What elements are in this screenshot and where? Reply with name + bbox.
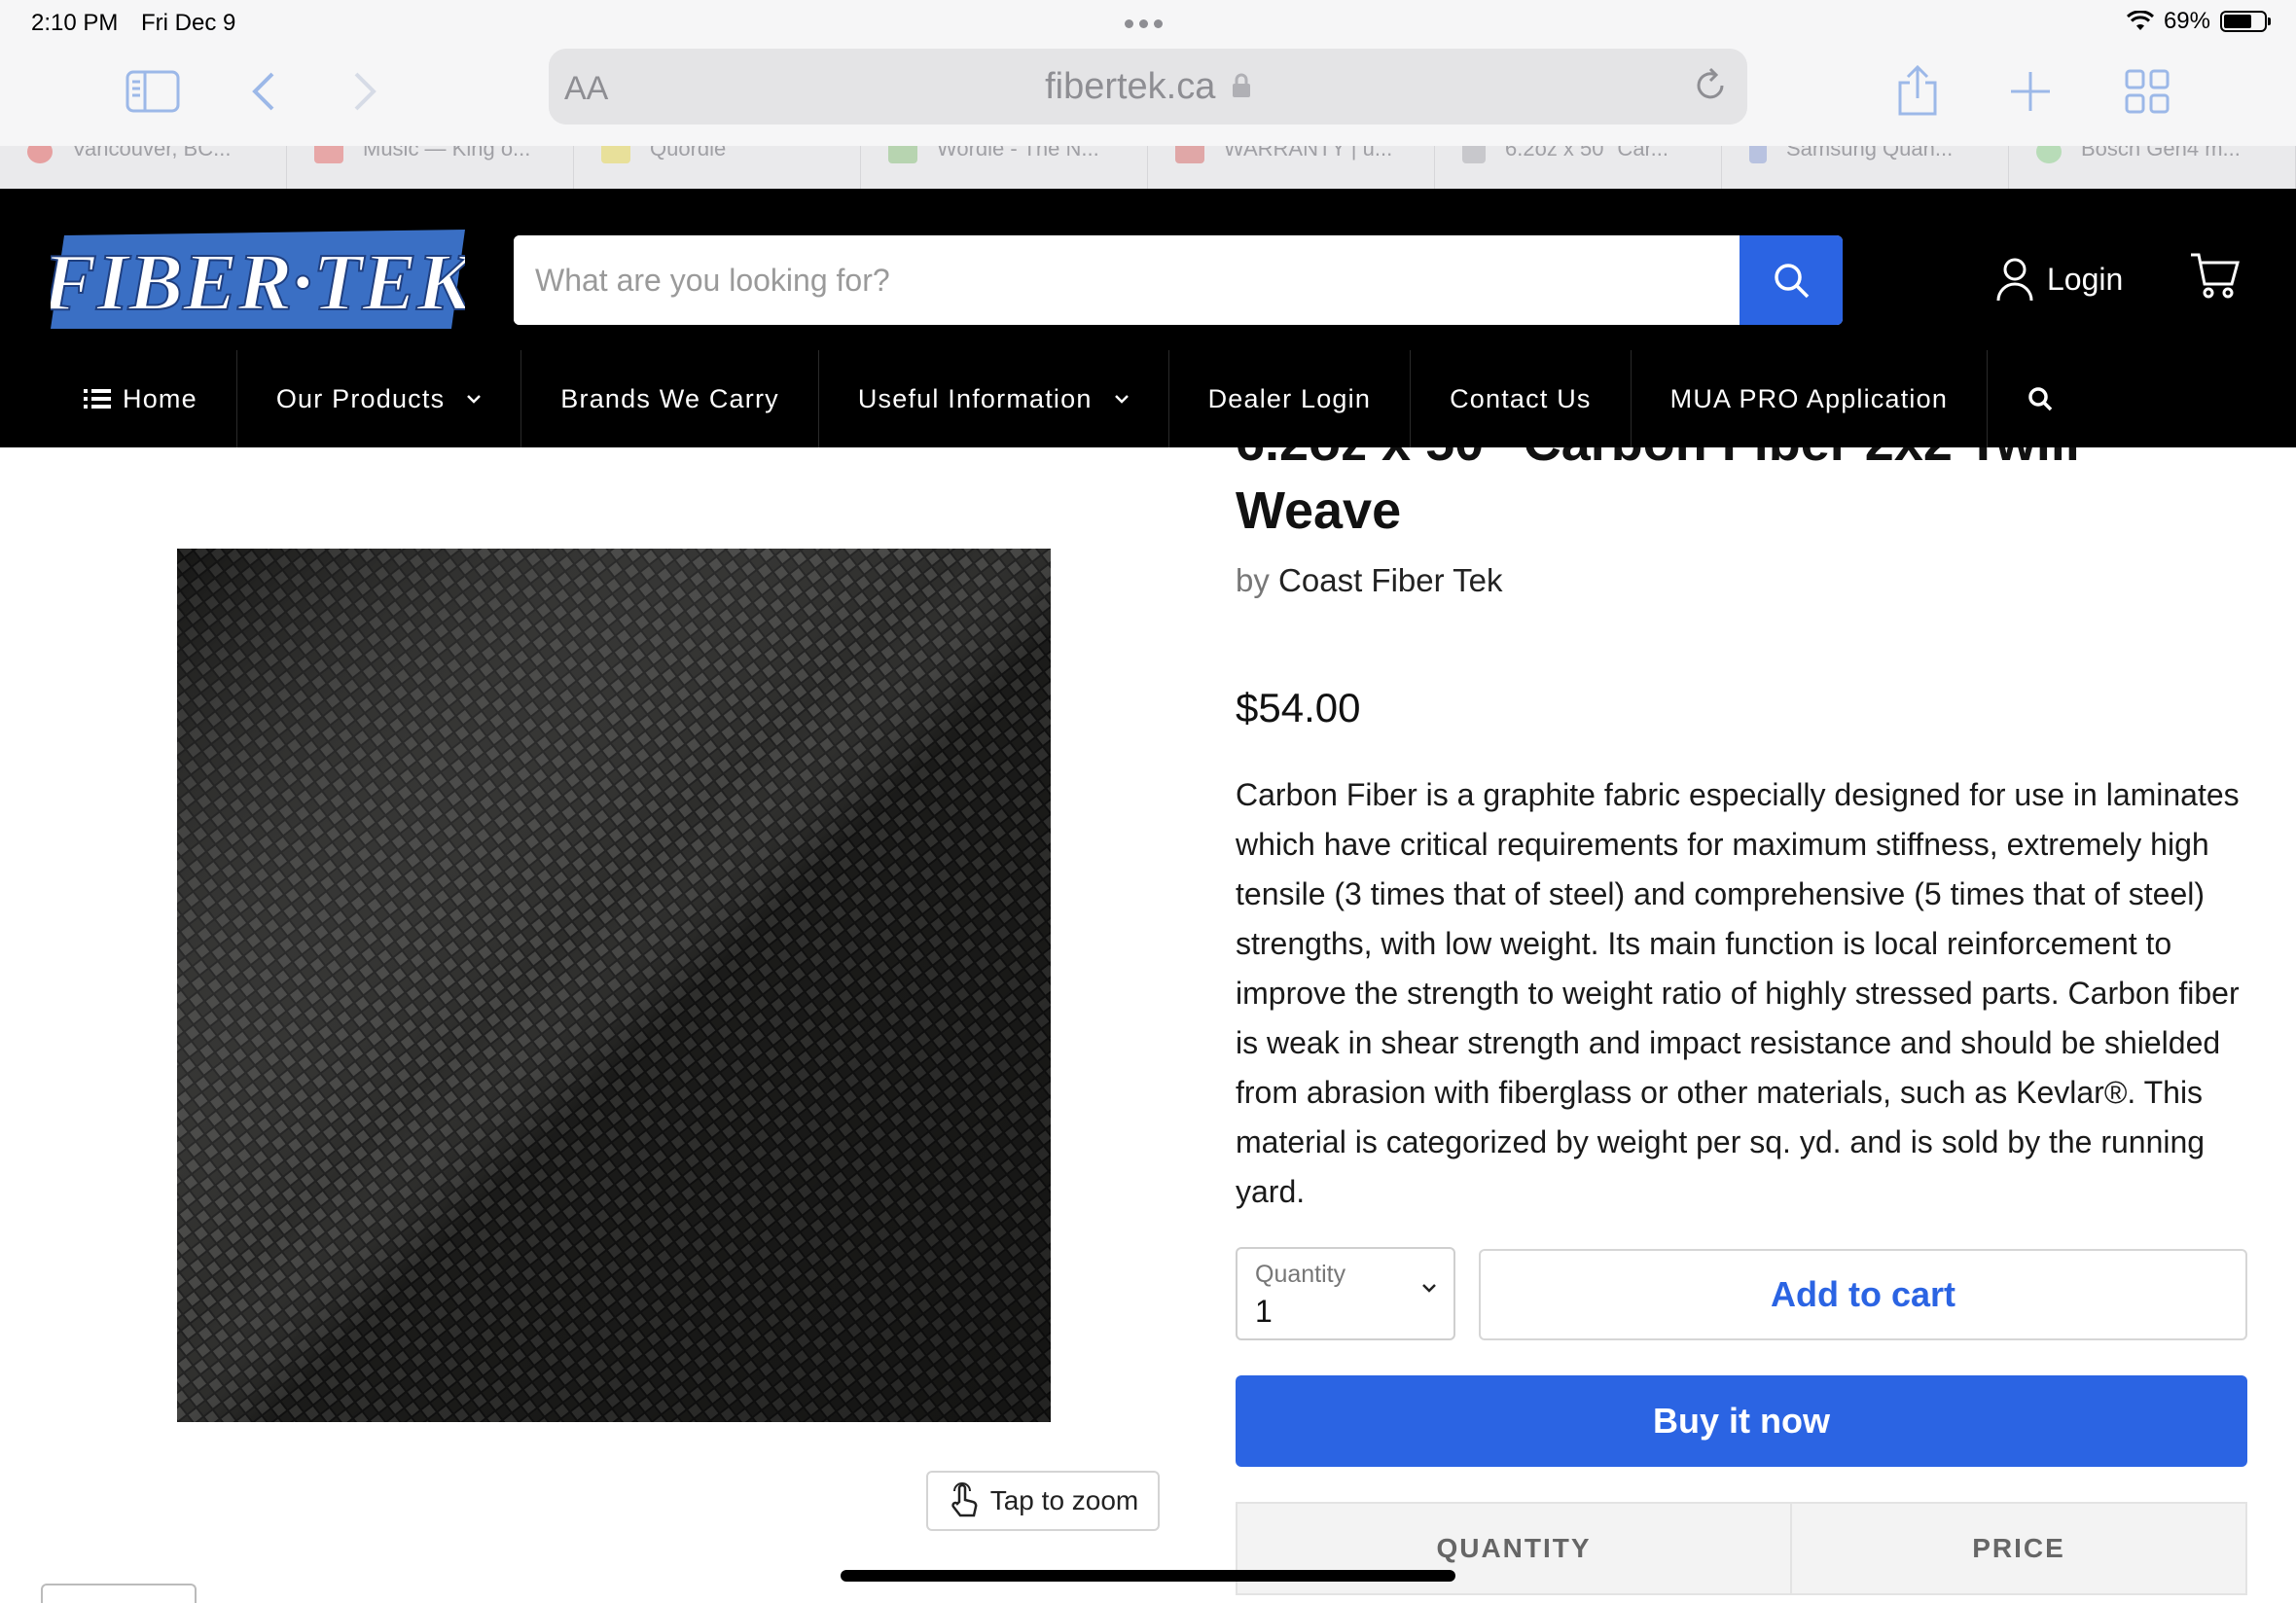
tap-hand-icon: [951, 1482, 978, 1517]
nav-home[interactable]: Home: [0, 350, 237, 447]
status-time: 2:10 PM: [31, 10, 119, 36]
product-title-container: 6.2oz x 50" Carbon Fiber 2x2 Twill Weave: [1226, 447, 2247, 554]
status-right: 69%: [2126, 8, 2271, 35]
site-header: FIBER·TEK Login Home Our Products Brands…: [0, 189, 2296, 447]
browser-tab[interactable]: Quordle: [574, 146, 861, 189]
tap-to-zoom-button[interactable]: Tap to zoom: [926, 1471, 1160, 1531]
browser-tab[interactable]: WARRANTY | u...: [1148, 146, 1435, 189]
favicon-icon: [888, 146, 917, 163]
cart-icon: [2191, 253, 2240, 299]
buy-it-now-button[interactable]: Buy it now: [1236, 1375, 2247, 1467]
chevron-down-icon: [1422, 1284, 1436, 1293]
nav-brands-label: Brands We Carry: [560, 383, 779, 413]
browser-tab[interactable]: Samsung Quan...: [1722, 146, 2009, 189]
chevron-down-icon: [467, 395, 482, 404]
quantity-label: Quantity: [1255, 1261, 1346, 1288]
nav-home-label: Home: [123, 383, 197, 413]
browser-tab[interactable]: Bosch Gen4 m...: [2009, 146, 2296, 189]
favicon-icon: [1175, 146, 1204, 163]
reload-icon[interactable]: [1691, 66, 1730, 110]
product-thumbnail[interactable]: [41, 1584, 197, 1603]
share-icon[interactable]: [1883, 60, 1952, 123]
chevron-down-icon: [1114, 395, 1129, 404]
address-bar[interactable]: AA fibertek.ca: [549, 49, 1747, 125]
url-display: fibertek.ca: [549, 66, 1747, 108]
browser-tab[interactable]: Music — King o...: [287, 146, 574, 189]
menu-list-icon: [84, 389, 111, 409]
search-input[interactable]: [514, 235, 1741, 325]
login-link[interactable]: Login: [1996, 257, 2123, 302]
tab-strip: Vancouver, BC... Music — King o... Quord…: [0, 146, 2296, 189]
quantity-value: 1: [1255, 1294, 1273, 1329]
browser-tab-active[interactable]: 6.2oz x 50" Car...: [1435, 146, 1722, 189]
browser-toolbar: AA fibertek.ca: [0, 47, 2296, 154]
nav-our-products-label: Our Products: [275, 383, 446, 413]
user-icon: [1996, 258, 2033, 302]
nav-useful-information[interactable]: Useful Information: [819, 350, 1169, 447]
favicon-icon: [2036, 146, 2062, 163]
favicon-icon: [1462, 146, 1486, 163]
nav-dealer-login-label: Dealer Login: [1207, 383, 1372, 413]
vendor-by-label: by: [1236, 562, 1270, 598]
cart-button[interactable]: [2189, 251, 2240, 304]
nav-mua-pro[interactable]: MUA PRO Application: [1632, 350, 1989, 447]
favicon-icon: [601, 146, 630, 163]
ios-status-bar: 2:10 PM Fri Dec 9 69%: [0, 0, 2296, 47]
login-label: Login: [2047, 261, 2124, 297]
tab-overview-icon[interactable]: [2113, 60, 2181, 123]
favicon-icon: [27, 146, 53, 163]
nav-dealer-login[interactable]: Dealer Login: [1169, 350, 1412, 447]
add-to-cart-button[interactable]: Add to cart: [1479, 1249, 2247, 1340]
sidebar-icon[interactable]: [119, 60, 187, 123]
multitasking-dots-icon[interactable]: [1125, 19, 1163, 28]
quantity-select[interactable]: Quantity 1: [1236, 1247, 1455, 1340]
fibertek-logo[interactable]: FIBER·TEK: [51, 230, 465, 329]
lock-icon: [1232, 73, 1250, 97]
url-text: fibertek.ca: [1045, 66, 1216, 107]
product-price: $54.00: [1236, 685, 1361, 730]
product-image[interactable]: [177, 549, 1051, 1422]
browser-tab[interactable]: Vancouver, BC...: [0, 146, 287, 189]
main-nav: Home Our Products Brands We Carry Useful…: [0, 350, 2296, 447]
nav-search[interactable]: [1988, 350, 2093, 447]
nav-our-products[interactable]: Our Products: [237, 350, 522, 447]
search-form: [514, 235, 1843, 325]
back-icon[interactable]: [230, 60, 298, 123]
status-date: Fri Dec 9: [141, 10, 236, 36]
vendor-link[interactable]: Coast Fiber Tek: [1278, 562, 1502, 598]
product-title: 6.2oz x 50" Carbon Fiber 2x2 Twill Weave: [1236, 447, 2080, 540]
battery-percent: 69%: [2163, 8, 2210, 34]
favicon-icon: [1749, 146, 1767, 163]
search-icon: [2028, 387, 2053, 411]
battery-icon: [2220, 11, 2271, 32]
nav-mua-pro-label: MUA PRO Application: [1669, 383, 1949, 413]
nav-useful-information-label: Useful Information: [857, 383, 1093, 413]
nav-brands[interactable]: Brands We Carry: [521, 350, 819, 447]
wifi-icon: [2126, 11, 2154, 30]
table-header-price: PRICE: [1972, 1533, 2065, 1563]
new-tab-icon[interactable]: [1996, 60, 2064, 123]
tap-to-zoom-label: Tap to zoom: [989, 1485, 1139, 1515]
search-button[interactable]: [1740, 235, 1843, 325]
browser-tab[interactable]: Wordle - The N...: [861, 146, 1148, 189]
forward-icon[interactable]: [331, 60, 399, 123]
logo-text: FIBER·TEK: [51, 237, 465, 328]
product-vendor: by Coast Fiber Tek: [1236, 562, 1503, 599]
home-indicator[interactable]: [841, 1570, 1455, 1582]
search-icon: [1775, 264, 1810, 299]
nav-contact-label: Contact Us: [1450, 383, 1592, 413]
product-description: Carbon Fiber is a graphite fabric especi…: [1236, 777, 2240, 1209]
nav-contact[interactable]: Contact Us: [1411, 350, 1632, 447]
favicon-icon: [314, 146, 343, 163]
